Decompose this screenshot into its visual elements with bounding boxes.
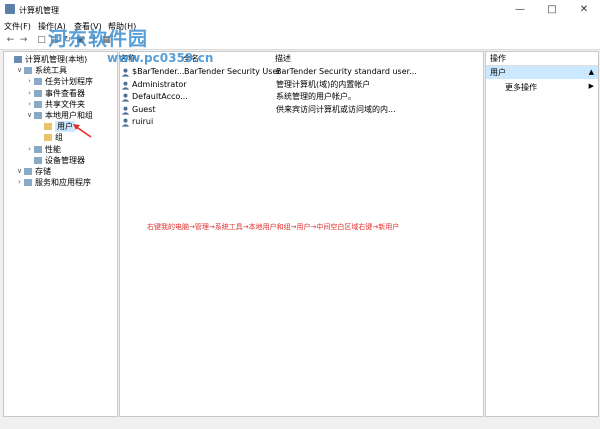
cell-fullname: BarTender Security User	[184, 67, 281, 76]
tree-item[interactable]: ∨ 系统工具	[4, 65, 117, 76]
expand-chevron-icon[interactable]: ∨	[16, 166, 23, 177]
node-icon	[34, 78, 42, 86]
tree-item[interactable]: ∨ 本地用户和组	[4, 110, 117, 121]
tree-item-label: 性能	[45, 144, 61, 154]
forward-icon[interactable]: →	[18, 35, 29, 46]
computer-management-icon	[5, 4, 15, 14]
node-icon	[34, 145, 42, 153]
close-button[interactable]: ✕	[568, 0, 600, 19]
user-icon	[121, 93, 130, 102]
node-icon	[34, 89, 42, 97]
column-header-description[interactable]: 描述	[275, 52, 291, 66]
up-folder-icon[interactable]: □	[36, 35, 47, 46]
collapse-chevron-icon[interactable]: ›	[26, 144, 33, 155]
user-icon	[121, 118, 130, 127]
cell-description: BarTender Security standard user...	[276, 67, 417, 76]
collapse-chevron-icon[interactable]: ›	[16, 177, 23, 188]
tree-item-label: 共享文件夹	[45, 99, 85, 109]
cell-name: Guest	[132, 104, 156, 114]
folder-icon	[44, 123, 52, 131]
tree-item[interactable]: › 服务和应用程序	[4, 177, 117, 188]
actions-section-users[interactable]: 用户 ▲	[486, 66, 598, 79]
table-row[interactable]: DefaultAcco... 系统管理的用户帐户。	[121, 91, 481, 103]
status-bar	[0, 418, 600, 429]
users-list-pane[interactable]: 名称 全名 描述 $BarTender... BarTender Security…	[119, 51, 484, 417]
window-title: 计算机管理	[19, 6, 59, 15]
title-bar: 计算机管理 — □ ✕	[0, 0, 600, 20]
user-icon	[121, 68, 130, 77]
cell-name: $BarTender...	[132, 67, 185, 76]
tree-item[interactable]: › 任务计划程序	[4, 76, 117, 87]
node-icon	[34, 112, 42, 119]
tree-item-label: 事件查看器	[45, 88, 85, 98]
back-icon[interactable]: ←	[5, 35, 16, 46]
user-icon	[121, 81, 130, 90]
actions-pane: 操作 用户 ▲ 更多操作 ▶	[485, 51, 599, 417]
annotation-arrow-icon	[73, 124, 92, 138]
node-icon	[24, 179, 32, 187]
actions-section-label: 用户	[490, 68, 506, 77]
menu-file[interactable]: 文件(F)	[4, 21, 31, 32]
tree-item[interactable]: › 共享文件夹	[4, 99, 117, 110]
expand-chevron-icon[interactable]: ∨	[26, 110, 33, 121]
tree-item[interactable]: › 事件查看器	[4, 88, 117, 99]
collapse-chevron-icon[interactable]: ›	[26, 99, 33, 110]
more-actions-arrow-icon[interactable]: ▶	[589, 82, 594, 90]
table-row[interactable]: $BarTender... BarTender Security User BarT…	[121, 66, 481, 78]
collapse-triangle-icon[interactable]: ▲	[589, 66, 594, 79]
node-icon	[14, 56, 22, 63]
cell-name: ruirui	[132, 117, 154, 126]
expand-chevron-icon[interactable]: ∨	[16, 65, 23, 76]
tree-item-label: 服务和应用程序	[35, 178, 91, 188]
cell-description: 供来宾访问计算机或访问域的内...	[276, 104, 396, 114]
tree-item-label: 设备管理器	[45, 155, 85, 165]
tree-item[interactable]: 计算机管理(本地)	[4, 54, 117, 65]
tree-item-label: 计算机管理(本地)	[25, 55, 88, 64]
table-row[interactable]: Administrator 管理计算机(域)的内置帐户	[121, 79, 481, 91]
tree-item-label: 组	[55, 133, 63, 143]
tree-item[interactable]: 设备管理器	[4, 155, 117, 166]
actions-header-label: 操作	[490, 54, 506, 63]
cell-name: DefaultAcco...	[132, 92, 188, 101]
maximize-button[interactable]: □	[536, 0, 568, 19]
tree-item-label: 系统工具	[35, 66, 67, 76]
cell-name: Administrator	[132, 79, 187, 89]
cell-description: 系统管理的用户帐户。	[276, 92, 356, 101]
tree-item[interactable]: 用户	[4, 121, 117, 133]
tree-item-label: 存储	[35, 167, 51, 176]
tree-item-label: 本地用户和组	[45, 111, 93, 120]
tree-item[interactable]: 组	[4, 132, 117, 143]
table-row[interactable]: ruirui	[121, 116, 481, 128]
tree-item-label: 任务计划程序	[45, 77, 93, 87]
minimize-button[interactable]: —	[504, 0, 536, 19]
node-icon	[24, 67, 32, 75]
table-row[interactable]: Guest 供来宾访问计算机或访问域的内...	[121, 104, 481, 116]
tree-item[interactable]: ∨ 存储	[4, 166, 117, 177]
collapse-chevron-icon[interactable]: ›	[26, 88, 33, 99]
watermark-logo: 河东软件园	[48, 28, 149, 50]
tree-item[interactable]: › 性能	[4, 144, 117, 155]
folder-icon	[44, 134, 52, 142]
node-icon	[24, 168, 32, 175]
console-tree: 计算机管理(本地) ∨ 系统工具 › 任务计划程序 › 事件查看器 › 共享文件夹 ∨ 本地用户和组…	[3, 51, 118, 417]
instruction-annotation: 右键我的电脑→管理→系统工具→本地用户和组→用户→中间空白区域右键→新用户	[147, 223, 400, 231]
user-icon	[121, 106, 130, 115]
collapse-chevron-icon[interactable]: ›	[26, 76, 33, 87]
node-icon	[34, 100, 42, 108]
node-icon	[34, 156, 42, 164]
actions-header: 操作	[486, 52, 598, 66]
cell-description: 管理计算机(域)的内置帐户	[276, 79, 371, 89]
more-actions-link[interactable]: 更多操作	[505, 82, 537, 93]
watermark-url: www.pc0359.cn	[107, 51, 214, 65]
